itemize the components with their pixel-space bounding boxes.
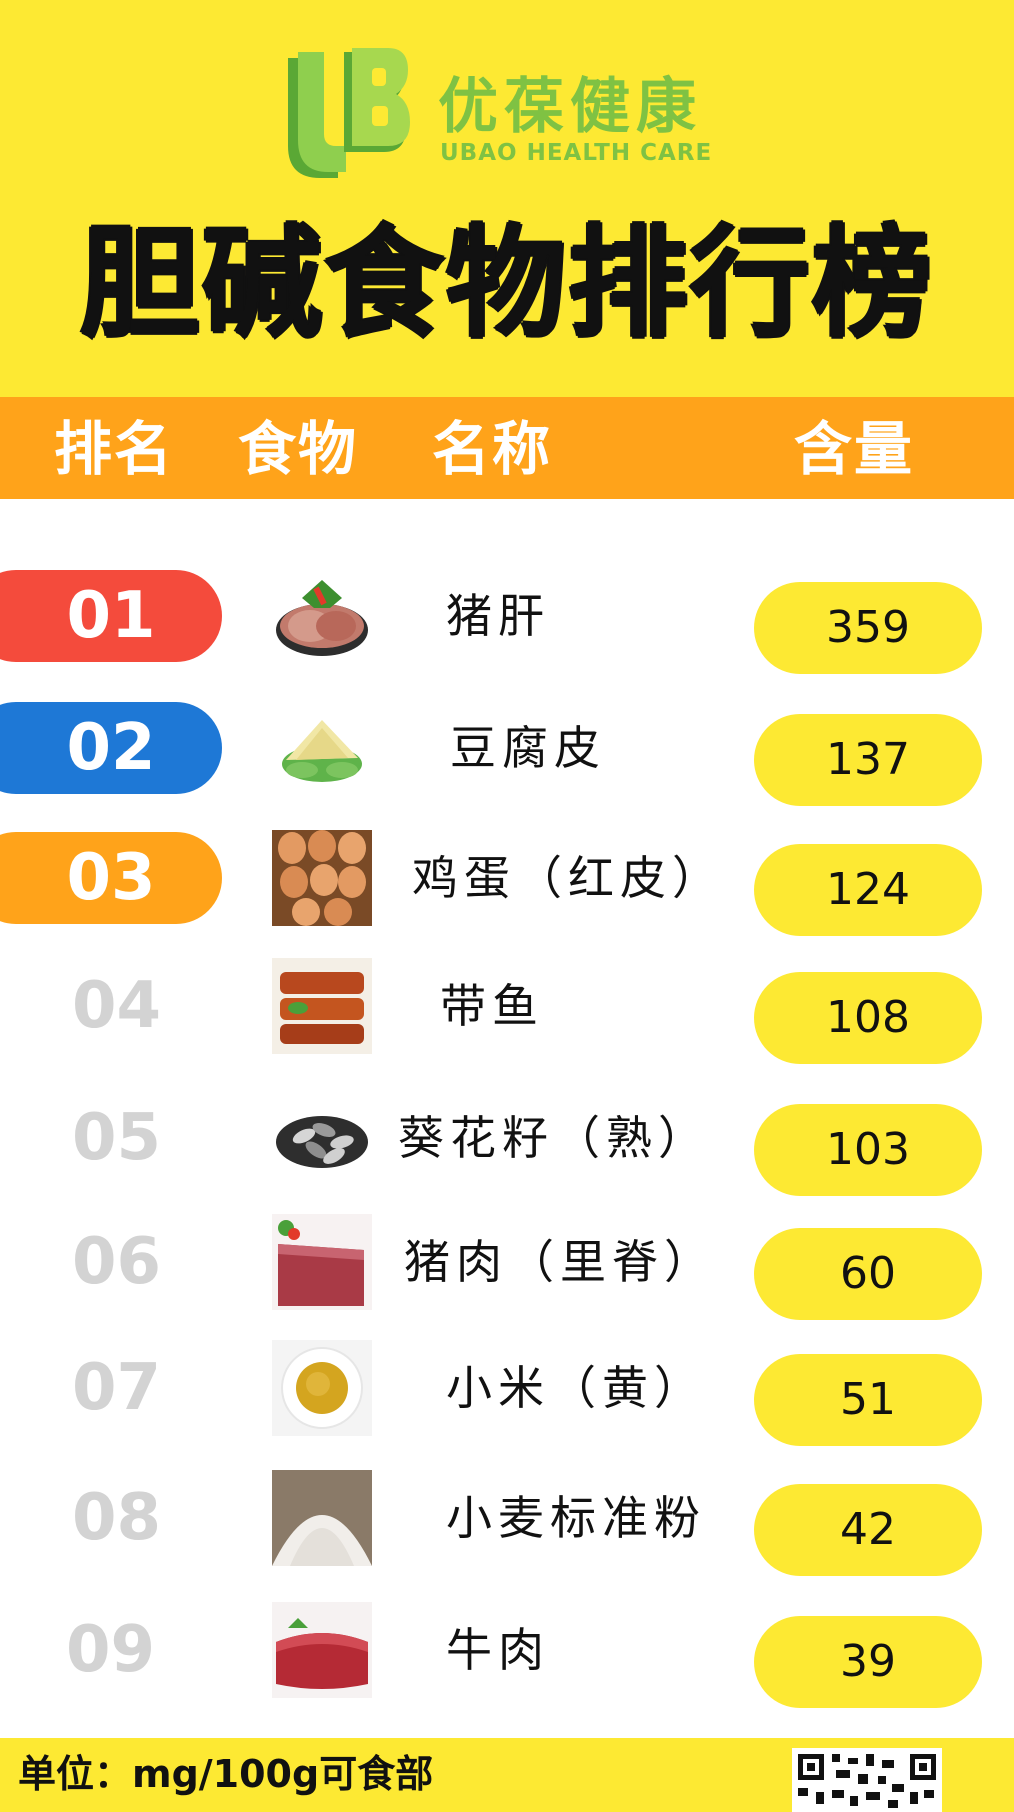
page-title: 胆碱食物排行榜 [80,215,934,354]
brand-name-en: UBAO HEALTH CARE [440,140,713,166]
top-banner: 优葆健康 UBAO HEALTH CARE 胆碱食物排行榜 [0,0,1014,397]
value-badge: 108 [754,972,982,1064]
rank-badge: 06 [72,1225,162,1299]
list-item: 06 猪肉（里脊） 60 [0,1214,1014,1320]
tofu-skin-image [282,720,362,782]
wheat-flour-image [272,1470,372,1566]
food-name: 猪肝 [446,589,550,643]
qr-code-icon[interactable] [792,1748,942,1812]
list-item: 03 鸡蛋（红皮） 124 [0,830,1014,936]
brand-name-cn: 优葆健康 [438,72,702,142]
hairtail-fish-image [272,958,372,1054]
header-name: 名称 [432,415,553,483]
ub-logo-icon [288,48,410,178]
pork-tenderloin-image [272,1214,372,1310]
unit-note: 单位：mg/100g可食部 [18,1752,434,1796]
millet-image [272,1340,372,1436]
value-badge: 359 [754,582,982,674]
list-item: 07 小米（黄） 51 [0,1340,1014,1446]
food-name: 牛肉 [446,1623,550,1677]
rank-badge: 05 [72,1101,162,1175]
list-item: 02 豆腐皮 137 [0,702,1014,806]
sunflower-seeds-image [276,1116,368,1168]
rank-badge: 03 [0,832,222,924]
rank-badge: 07 [72,1351,162,1425]
list-item: 01 猪肝 359 [0,570,1014,674]
rank-badge: 09 [66,1613,156,1687]
list-item: 05 葵花籽（熟） 103 [0,1092,1014,1196]
rank-badge: 04 [72,969,162,1043]
value-badge: 124 [754,844,982,936]
footer-bar: 单位：mg/100g可食部 [0,1738,1014,1812]
eggs-image [272,830,372,926]
food-name: 猪肉（里脊） [404,1235,716,1289]
beef-image [272,1602,372,1698]
header-food: 食物 [238,415,359,483]
header-amount: 含量 [794,415,915,483]
food-name: 小米（黄） [446,1361,706,1415]
food-name: 带鱼 [440,979,544,1033]
food-name: 葵花籽（熟） [398,1111,710,1165]
header-rank: 排名 [54,415,175,483]
value-badge: 42 [754,1484,982,1576]
value-badge: 103 [754,1104,982,1196]
brand-logo: 优葆健康 UBAO HEALTH CARE [280,48,740,188]
list-item: 04 带鱼 108 [0,958,1014,1064]
list-item: 09 牛肉 39 [0,1602,1014,1708]
food-name: 鸡蛋（红皮） [412,851,724,905]
food-name: 小麦标准粉 [446,1491,706,1545]
value-badge: 60 [754,1228,982,1320]
value-badge: 51 [754,1354,982,1446]
rank-badge: 01 [0,570,222,662]
rank-badge: 08 [72,1481,162,1555]
pork-liver-image [276,580,368,656]
value-badge: 137 [754,714,982,806]
food-name: 豆腐皮 [450,721,606,775]
rank-badge: 02 [0,702,222,794]
value-badge: 39 [754,1616,982,1708]
list-item: 08 小麦标准粉 42 [0,1470,1014,1576]
table-header: 排名 食物 名称 含量 [0,397,1014,499]
